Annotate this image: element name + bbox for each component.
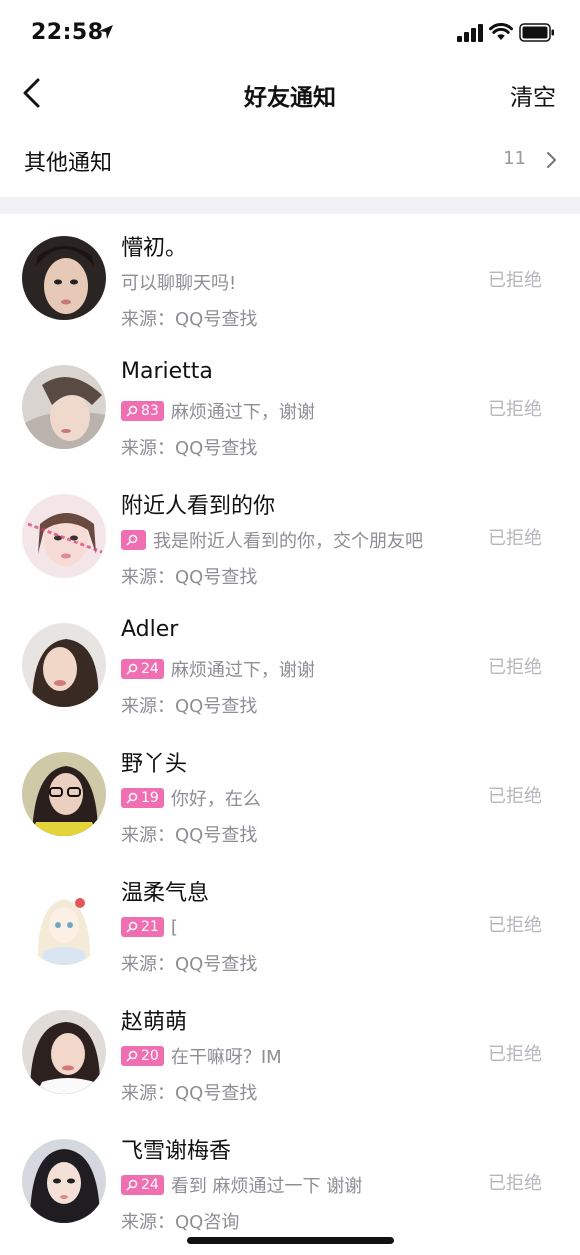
friend-request-item[interactable]: 附近人看到的你 我是附近人看到的你，交个朋友吧 来源：QQ号查找 已拒绝 bbox=[0, 472, 580, 601]
request-message: 麻烦通过下，谢谢 bbox=[170, 402, 315, 423]
request-message: 看到 麻烦通过一下 谢谢 bbox=[170, 1176, 363, 1197]
request-source: 来源：QQ号查找 bbox=[121, 696, 258, 717]
request-message: 在干嘛呀？IM bbox=[170, 1047, 282, 1068]
request-message: 你好，在么 bbox=[170, 789, 261, 810]
friend-request-item[interactable]: 懵初。 可以聊聊天吗! 来源：QQ号查找 已拒绝 bbox=[0, 214, 580, 343]
status-time: 22:58 bbox=[31, 20, 104, 45]
age-badge: 20 bbox=[121, 1046, 164, 1066]
request-status: 已拒绝 bbox=[488, 915, 542, 936]
requester-name: 附近人看到的你 bbox=[121, 494, 276, 519]
age-badge: 24 bbox=[121, 659, 164, 679]
request-message-row: 24 看到 麻烦通过一下 谢谢 bbox=[121, 1173, 362, 1197]
age-badge-number: 21 bbox=[141, 919, 159, 935]
requester-name: 温柔气息 bbox=[121, 881, 210, 906]
age-badge bbox=[121, 530, 146, 550]
request-message: 我是附近人看到的你，交个朋友吧 bbox=[153, 531, 423, 552]
request-status: 已拒绝 bbox=[488, 1044, 542, 1065]
wifi-icon bbox=[489, 23, 513, 40]
section-divider bbox=[0, 197, 580, 214]
request-message-row: 可以聊聊天吗! bbox=[121, 270, 236, 294]
gender-icon bbox=[126, 663, 138, 675]
nav-bar: 好友通知 清空 bbox=[0, 66, 580, 124]
requester-name: 赵萌萌 bbox=[121, 1010, 188, 1035]
request-message-row: 24 麻烦通过下，谢谢 bbox=[121, 657, 315, 681]
age-badge-number: 20 bbox=[141, 1048, 159, 1064]
age-badge: 24 bbox=[121, 1175, 164, 1195]
requester-name: 飞雪谢梅香 bbox=[121, 1139, 232, 1164]
request-source: 来源：QQ号查找 bbox=[121, 309, 258, 330]
age-badge-number: 24 bbox=[141, 661, 159, 677]
friend-request-item[interactable]: 赵萌萌 20 在干嘛呀？IM 来源：QQ号查找 已拒绝 bbox=[0, 988, 580, 1117]
request-source: 来源：QQ号查找 bbox=[121, 1083, 258, 1104]
age-badge-number: 83 bbox=[141, 403, 159, 419]
friend-request-item[interactable]: Marietta 83 麻烦通过下，谢谢 来源：QQ号查找 已拒绝 bbox=[0, 343, 580, 472]
age-badge-number: 19 bbox=[141, 790, 159, 806]
request-status: 已拒绝 bbox=[488, 270, 542, 291]
request-status: 已拒绝 bbox=[488, 399, 542, 420]
gender-icon bbox=[126, 534, 138, 546]
request-message-row: 21 [ bbox=[121, 915, 178, 939]
request-message-row: 20 在干嘛呀？IM bbox=[121, 1044, 282, 1068]
request-message: 可以聊聊天吗! bbox=[121, 273, 237, 294]
chevron-right-icon bbox=[547, 152, 556, 168]
friend-request-item[interactable]: Adler 24 麻烦通过下，谢谢 来源：QQ号查找 已拒绝 bbox=[0, 601, 580, 730]
gender-icon bbox=[126, 792, 138, 804]
request-status: 已拒绝 bbox=[488, 528, 542, 549]
age-badge-number: 24 bbox=[141, 1177, 159, 1193]
avatar bbox=[22, 881, 106, 965]
avatar bbox=[22, 1010, 106, 1094]
requester-name: 懵初。 bbox=[121, 236, 188, 261]
avatar bbox=[22, 365, 106, 449]
request-source: 来源：QQ号查找 bbox=[121, 825, 258, 846]
friend-request-list: 懵初。 可以聊聊天吗! 来源：QQ号查找 已拒绝 Marietta 83 麻烦通… bbox=[0, 214, 580, 1246]
avatar bbox=[22, 752, 106, 836]
home-indicator bbox=[187, 1237, 394, 1244]
gender-icon bbox=[126, 1179, 138, 1191]
status-bar: 22:58 bbox=[0, 0, 580, 66]
other-notifications-row[interactable]: 其他通知 11 bbox=[0, 128, 580, 194]
other-notifications-count: 11 bbox=[503, 148, 526, 169]
age-badge: 19 bbox=[121, 788, 164, 808]
request-source: 来源：QQ号查找 bbox=[121, 438, 258, 459]
battery-icon bbox=[519, 23, 554, 42]
request-message: 麻烦通过下，谢谢 bbox=[170, 660, 315, 681]
request-message: [ bbox=[170, 916, 178, 938]
request-status: 已拒绝 bbox=[488, 786, 542, 807]
requester-name: Marietta bbox=[121, 359, 213, 384]
location-arrow-icon bbox=[99, 25, 113, 39]
requester-name: 野丫头 bbox=[121, 752, 188, 777]
age-badge: 21 bbox=[121, 917, 164, 937]
request-message-row: 83 麻烦通过下，谢谢 bbox=[121, 399, 315, 423]
friend-request-item[interactable]: 温柔气息 21 [ 来源：QQ号查找 已拒绝 bbox=[0, 859, 580, 988]
clear-button[interactable]: 清空 bbox=[510, 78, 556, 112]
avatar bbox=[22, 1139, 106, 1223]
request-status: 已拒绝 bbox=[488, 1173, 542, 1194]
cellular-signal-icon bbox=[457, 24, 483, 42]
friend-request-item[interactable]: 飞雪谢梅香 24 看到 麻烦通过一下 谢谢 来源：QQ咨询 已拒绝 bbox=[0, 1117, 580, 1246]
request-status: 已拒绝 bbox=[488, 657, 542, 678]
avatar bbox=[22, 236, 106, 320]
avatar bbox=[22, 623, 106, 707]
page-title: 好友通知 bbox=[244, 85, 336, 111]
request-message-row: 我是附近人看到的你，交个朋友吧 bbox=[121, 528, 423, 552]
other-notifications-label: 其他通知 bbox=[24, 151, 113, 176]
gender-icon bbox=[126, 405, 138, 417]
request-message-row: 19 你好，在么 bbox=[121, 786, 261, 810]
avatar bbox=[22, 494, 106, 578]
gender-icon bbox=[126, 1050, 138, 1062]
request-source: 来源：QQ咨询 bbox=[121, 1212, 240, 1233]
gender-icon bbox=[126, 921, 138, 933]
requester-name: Adler bbox=[121, 617, 179, 642]
request-source: 来源：QQ号查找 bbox=[121, 954, 258, 975]
request-source: 来源：QQ号查找 bbox=[121, 567, 258, 588]
age-badge: 83 bbox=[121, 401, 164, 421]
friend-request-item[interactable]: 野丫头 19 你好，在么 来源：QQ号查找 已拒绝 bbox=[0, 730, 580, 859]
